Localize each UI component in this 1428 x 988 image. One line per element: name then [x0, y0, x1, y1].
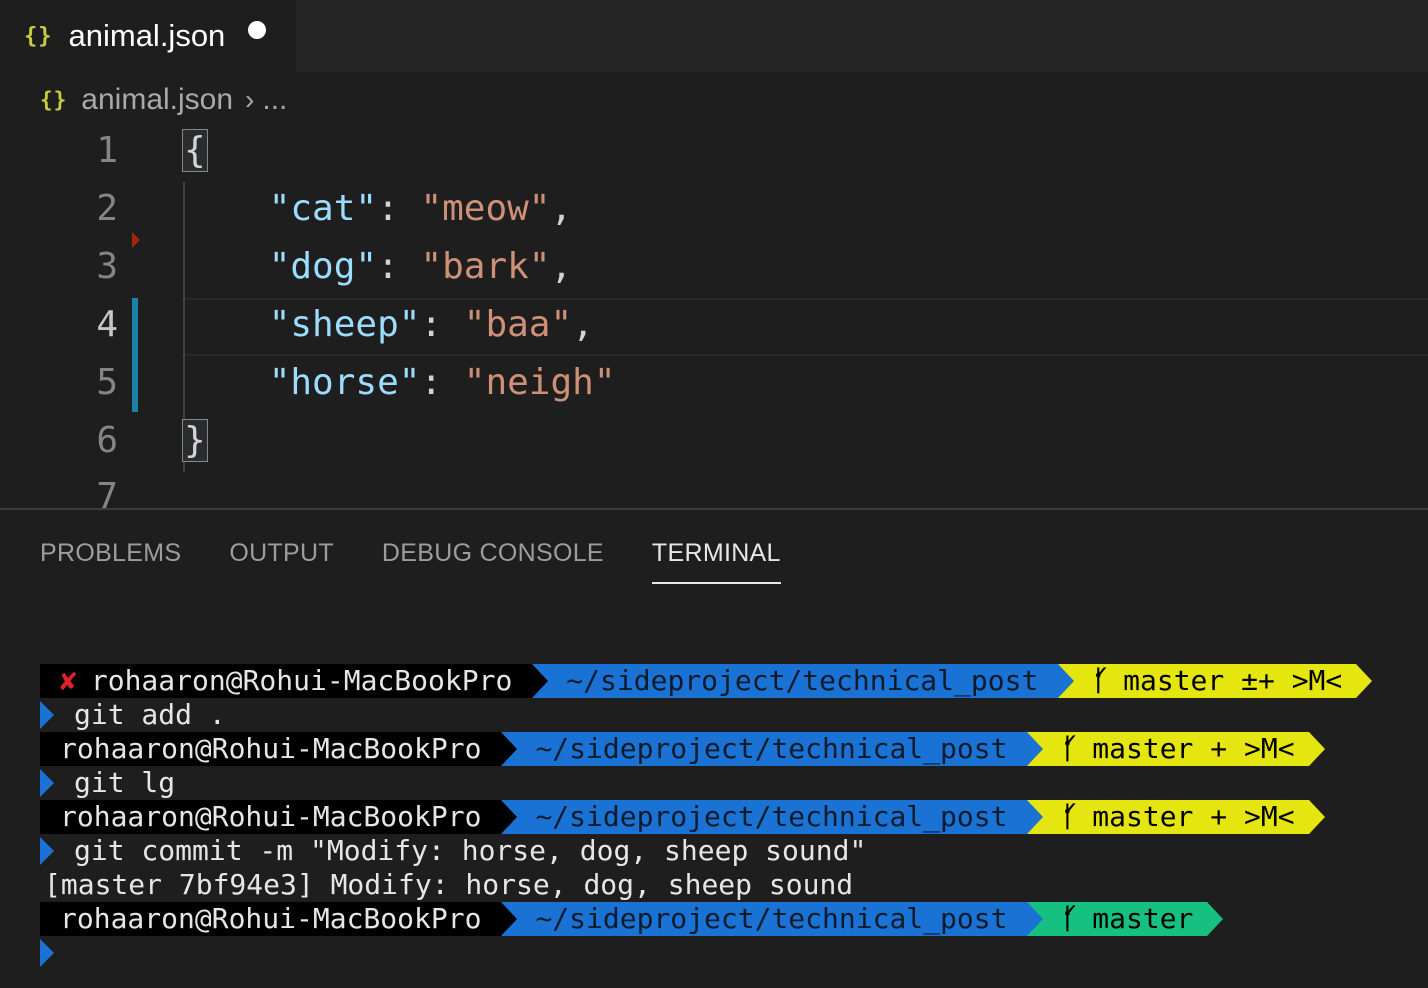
prompt-path: ~/sideproject/technical_post — [535, 732, 1008, 765]
prompt-chevron-icon — [40, 939, 54, 967]
breadcrumb: {} animal.json › ... — [40, 78, 287, 122]
terminal-command-line: git commit -m "Modify: horse, dog, sheep… — [40, 834, 1428, 868]
code-line: 4 "sheep": "baa", — [0, 296, 1428, 354]
panel-divider[interactable] — [0, 508, 1428, 510]
json-key: "horse" — [268, 362, 421, 403]
prompt-branch: master ±+ >M< — [1123, 664, 1343, 697]
tab-debug-console[interactable]: DEBUG CONSOLE — [382, 530, 604, 584]
code-line: 7 — [0, 468, 1428, 508]
code-line: 3 "dog": "bark", — [0, 238, 1428, 296]
tab-problems[interactable]: PROBLEMS — [40, 530, 181, 584]
prompt-branch: master — [1092, 902, 1194, 935]
code-line: 2 "cat": "meow", — [0, 180, 1428, 238]
breadcrumb-more[interactable]: ... — [262, 83, 287, 117]
close-brace: } — [182, 419, 208, 462]
terminal-command-line: git add . — [40, 698, 1428, 732]
tab-output[interactable]: OUTPUT — [229, 530, 334, 584]
chevron-right-icon: › — [245, 84, 255, 115]
terminal-prompt: rohaaron@Rohui-MacBookPro ~/sideproject/… — [40, 732, 1428, 766]
editor-tab-animal-json[interactable]: {} animal.json — [0, 0, 296, 72]
terminal-prompt: ✘ rohaaron@Rohui-MacBookPro ~/sideproject… — [40, 664, 1428, 698]
json-value: "baa" — [463, 304, 573, 345]
prompt-user: rohaaron@Rohui-MacBookPro — [60, 800, 482, 833]
terminal-command-line: git lg — [40, 766, 1428, 800]
prompt-user: rohaaron@Rohui-MacBookPro — [60, 732, 482, 765]
open-brace: { — [182, 129, 208, 172]
git-branch-icon: ᚶ — [1092, 664, 1110, 697]
tab-terminal[interactable]: TERMINAL — [651, 530, 781, 584]
git-branch-icon: ᚶ — [1061, 902, 1079, 935]
error-x-icon: ✘ — [60, 664, 77, 697]
terminal-output-line: [master 7bf94e3] Modify: horse, dog, she… — [40, 868, 1428, 902]
prompt-user: rohaaron@Rohui-MacBookPro — [90, 664, 513, 697]
terminal-command: git commit -m "Modify: horse, dog, sheep… — [74, 834, 867, 867]
json-value: "meow" — [420, 188, 551, 229]
line-number: 7 — [96, 476, 118, 508]
unsaved-dot-icon[interactable] — [248, 21, 266, 39]
prompt-chevron-icon — [40, 837, 54, 865]
line-number: 6 — [96, 420, 118, 461]
terminal[interactable]: ✘ rohaaron@Rohui-MacBookPro ~/sideproject… — [40, 664, 1428, 970]
code-line: 5 "horse": "neigh" — [0, 354, 1428, 412]
json-value: "neigh" — [463, 362, 616, 403]
json-braces-icon: {} — [24, 23, 53, 49]
json-braces-icon: {} — [40, 88, 68, 112]
json-key: "cat" — [268, 188, 378, 229]
prompt-user: rohaaron@Rohui-MacBookPro — [60, 902, 482, 935]
line-number: 5 — [96, 362, 118, 403]
prompt-branch: master + >M< — [1092, 800, 1295, 833]
prompt-chevron-icon — [40, 701, 54, 729]
json-key: "dog" — [268, 246, 378, 287]
terminal-command: git add . — [74, 698, 226, 731]
panel-tabs: PROBLEMS OUTPUT DEBUG CONSOLE TERMINAL — [40, 530, 829, 590]
code-editor[interactable]: 1 { 2 "cat": "meow", 3 "dog": "bark", 4 … — [0, 122, 1428, 508]
terminal-prompt: rohaaron@Rohui-MacBookPro ~/sideproject/… — [40, 800, 1428, 834]
code-line: 6 } — [0, 412, 1428, 470]
terminal-prompt: rohaaron@Rohui-MacBookPro ~/sideproject/… — [40, 902, 1428, 936]
tab-label: animal.json — [68, 18, 226, 53]
line-number: 2 — [96, 188, 118, 229]
breadcrumb-file[interactable]: animal.json — [81, 83, 233, 117]
line-number: 4 — [96, 304, 118, 345]
terminal-input-line[interactable] — [40, 936, 1428, 970]
git-branch-icon: ᚶ — [1061, 732, 1079, 765]
json-key: "sheep" — [268, 304, 421, 345]
prompt-chevron-icon — [40, 769, 54, 797]
git-branch-icon: ᚶ — [1061, 800, 1079, 833]
terminal-command: git lg — [74, 766, 176, 799]
prompt-path: ~/sideproject/technical_post — [566, 664, 1039, 697]
prompt-path: ~/sideproject/technical_post — [535, 800, 1008, 833]
json-value: "bark" — [420, 246, 551, 287]
code-line: 1 { — [0, 122, 1428, 180]
terminal-output: [master 7bf94e3] Modify: horse, dog, she… — [44, 868, 854, 901]
tab-bar: {} animal.json — [0, 0, 1428, 72]
line-number: 1 — [96, 130, 118, 171]
prompt-path: ~/sideproject/technical_post — [535, 902, 1008, 935]
line-number: 3 — [96, 246, 118, 287]
prompt-branch: master + >M< — [1092, 732, 1295, 765]
